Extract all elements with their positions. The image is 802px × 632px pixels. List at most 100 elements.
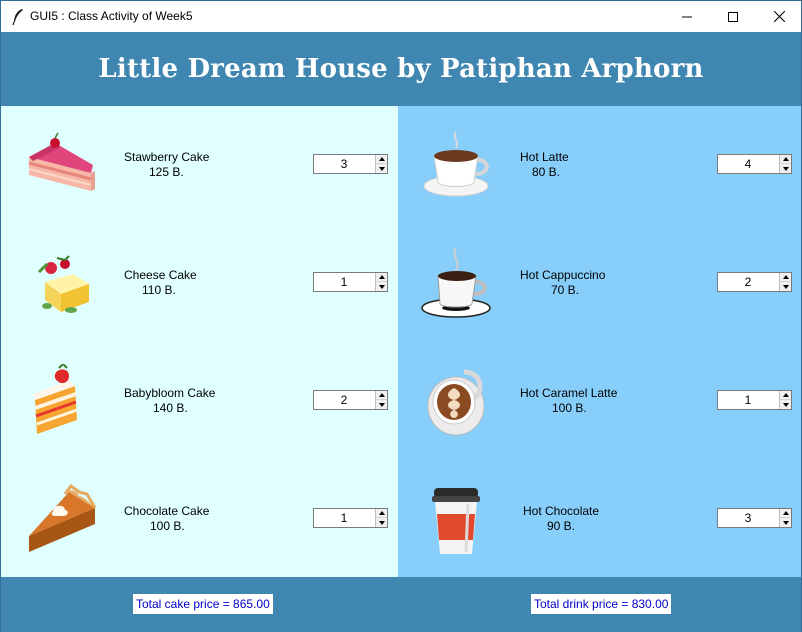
cake-item: Stawberry Cake 125 B. 3 xyxy=(1,106,398,206)
increment-button[interactable] xyxy=(376,509,387,518)
arrow-up-icon xyxy=(378,275,385,279)
drink-price: 100 B. xyxy=(552,401,587,415)
drink-quantity-spinbox[interactable]: 2 xyxy=(717,272,792,292)
cake-name: Stawberry Cake xyxy=(124,150,210,164)
quantity-value[interactable]: 2 xyxy=(718,273,778,291)
page-title: Little Dream House by Patiphan Arphorn xyxy=(98,54,704,84)
increment-button[interactable] xyxy=(780,391,791,400)
quantity-value[interactable]: 4 xyxy=(718,155,778,173)
arrow-down-icon xyxy=(378,402,385,407)
arrow-up-icon xyxy=(378,393,385,397)
minimize-button[interactable] xyxy=(664,1,710,32)
arrow-up-icon xyxy=(378,157,385,161)
cake-name: Cheese Cake xyxy=(124,268,197,282)
arrow-down-icon xyxy=(782,166,789,171)
spin-buttons xyxy=(779,509,791,527)
drink-quantity-spinbox[interactable]: 3 xyxy=(717,508,792,528)
quantity-value[interactable]: 1 xyxy=(314,509,374,527)
drink-panel: Hot Latte 80 B. 4 Hot Cappuccino 70 B. 2… xyxy=(398,106,801,577)
drink-name: Hot Cappuccino xyxy=(520,268,606,282)
drink-item: Hot Chocolate 90 B. 3 xyxy=(398,460,801,560)
strawberry-cake-slice-icon xyxy=(28,132,95,191)
decrement-button[interactable] xyxy=(780,164,791,173)
drink-name: Hot Caramel Latte xyxy=(520,386,618,400)
cake-price: 110 B. xyxy=(142,283,176,297)
quantity-value[interactable]: 1 xyxy=(718,391,778,409)
decrement-button[interactable] xyxy=(376,400,387,409)
increment-button[interactable] xyxy=(780,509,791,518)
decrement-button[interactable] xyxy=(376,518,387,527)
feather-icon xyxy=(12,9,23,26)
drink-price: 70 B. xyxy=(551,283,580,297)
drink-item: Hot Cappuccino 70 B. 2 xyxy=(398,224,801,324)
spin-buttons xyxy=(375,509,387,527)
close-button[interactable] xyxy=(756,1,802,32)
cake-item: Babybloom Cake 140 B. 2 xyxy=(1,342,398,442)
cake-price: 125 B. xyxy=(149,165,184,179)
increment-button[interactable] xyxy=(780,155,791,164)
arrow-down-icon xyxy=(782,284,789,289)
cake-quantity-spinbox[interactable]: 1 xyxy=(313,508,388,528)
arrow-up-icon xyxy=(782,511,789,515)
quantity-value[interactable]: 1 xyxy=(314,273,374,291)
drink-quantity-spinbox[interactable]: 1 xyxy=(717,390,792,410)
drink-price: 90 B. xyxy=(547,519,576,533)
arrow-up-icon xyxy=(378,511,385,515)
header-banner: Little Dream House by Patiphan Arphorn xyxy=(1,32,801,106)
spin-buttons xyxy=(375,273,387,291)
quantity-value[interactable]: 3 xyxy=(718,509,778,527)
decrement-button[interactable] xyxy=(780,282,791,291)
close-icon xyxy=(773,11,785,22)
quantity-value[interactable]: 2 xyxy=(314,391,374,409)
arrow-down-icon xyxy=(378,166,385,171)
cake-quantity-spinbox[interactable]: 3 xyxy=(313,154,388,174)
drink-quantity-spinbox[interactable]: 4 xyxy=(717,154,792,174)
increment-button[interactable] xyxy=(376,273,387,282)
decrement-button[interactable] xyxy=(376,164,387,173)
decrement-button[interactable] xyxy=(376,282,387,291)
increment-button[interactable] xyxy=(376,391,387,400)
total-cake-price-label: Total cake price = 865.00 xyxy=(133,594,273,614)
cheese-cake-icon xyxy=(37,255,89,313)
decrement-button[interactable] xyxy=(780,400,791,409)
spin-buttons xyxy=(779,391,791,409)
cake-price: 140 B. xyxy=(153,401,188,415)
total-drink-price-label: Total drink price = 830.00 xyxy=(531,594,672,614)
drink-item: Hot Caramel Latte 100 B. 1 xyxy=(398,342,801,442)
footer-bar: Total cake price = 865.00 Total drink pr… xyxy=(1,577,801,632)
drink-name: Hot Chocolate xyxy=(523,504,600,518)
maximize-icon xyxy=(728,11,738,22)
spin-buttons xyxy=(779,273,791,291)
takeaway-cup-icon xyxy=(432,488,480,554)
arrow-up-icon xyxy=(782,275,789,279)
cake-quantity-spinbox[interactable]: 1 xyxy=(313,272,388,292)
title-bar[interactable]: GUI5 : Class Activity of Week5 xyxy=(1,1,801,32)
latte-art-cup-icon xyxy=(427,369,484,436)
drink-name: Hot Latte xyxy=(520,150,569,164)
app-window: GUI5 : Class Activity of Week5 Little Dr… xyxy=(0,0,802,632)
coffee-cup-icon xyxy=(423,131,489,197)
arrow-up-icon xyxy=(782,157,789,161)
steaming-cup-icon xyxy=(421,247,491,318)
drink-item: Hot Latte 80 B. 4 xyxy=(398,106,801,206)
spin-buttons xyxy=(375,391,387,409)
cake-price: 100 B. xyxy=(150,519,185,533)
cake-name: Babybloom Cake xyxy=(124,386,216,400)
decrement-button[interactable] xyxy=(780,518,791,527)
increment-button[interactable] xyxy=(376,155,387,164)
cake-item: Chocolate Cake 100 B. 1 xyxy=(1,460,398,560)
spin-buttons xyxy=(779,155,791,173)
window-title: GUI5 : Class Activity of Week5 xyxy=(30,9,193,23)
cake-quantity-spinbox[interactable]: 2 xyxy=(313,390,388,410)
increment-button[interactable] xyxy=(780,273,791,282)
arrow-down-icon xyxy=(378,284,385,289)
quantity-value[interactable]: 3 xyxy=(314,155,374,173)
pie-slice-icon xyxy=(29,484,97,552)
cake-panel: Stawberry Cake 125 B. 3 Cheese Cake 110 … xyxy=(1,106,398,577)
arrow-down-icon xyxy=(782,520,789,525)
cake-item: Cheese Cake 110 B. 1 xyxy=(1,224,398,324)
arrow-down-icon xyxy=(782,402,789,407)
minimize-icon xyxy=(682,16,692,17)
maximize-button[interactable] xyxy=(710,1,756,32)
strawberry-shortcake-icon xyxy=(33,364,78,434)
